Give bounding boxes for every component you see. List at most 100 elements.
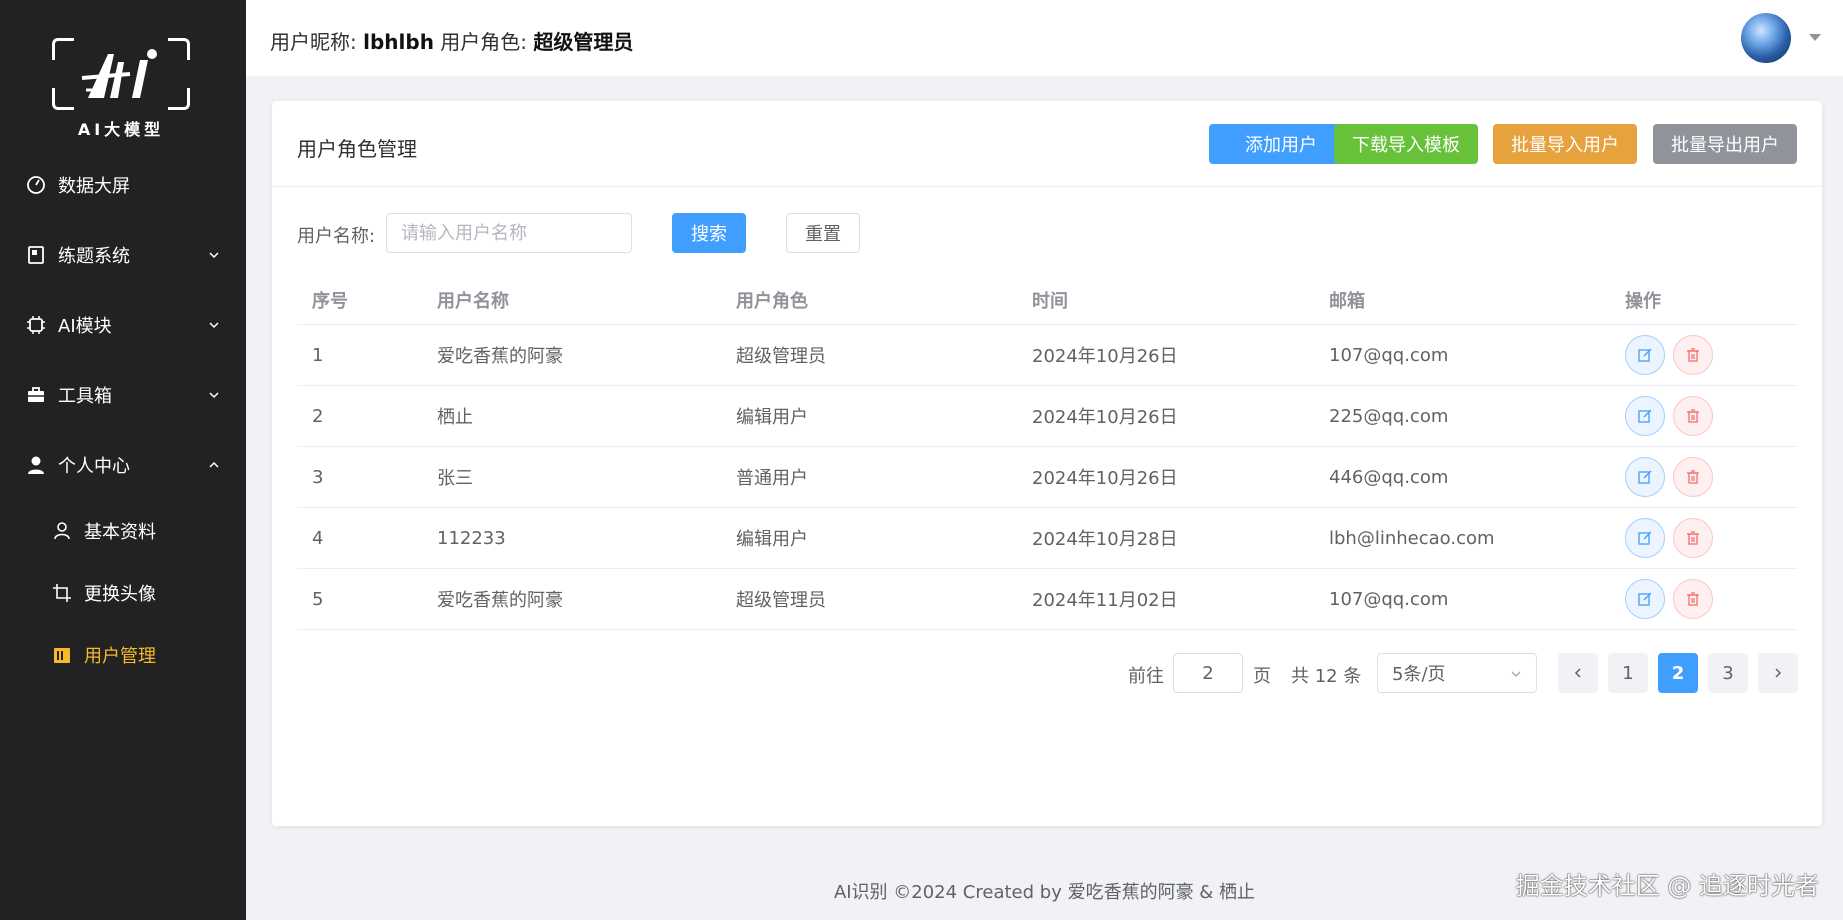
cell-role: 编辑用户 [736,529,808,550]
next-page-button[interactable] [1758,653,1798,693]
avatar[interactable] [1741,13,1791,63]
nickname-label: 用户昵称: [270,30,357,54]
edit-button[interactable] [1625,396,1665,436]
cell-actions [1625,386,1721,446]
cell-index: 4 [312,527,324,549]
trash-icon [1687,470,1699,484]
page-button-2[interactable]: 2 [1658,653,1698,693]
cell-actions [1625,447,1721,507]
delete-button[interactable] [1673,579,1713,619]
column-header: 时间 [1032,290,1068,312]
column-header: 操作 [1625,290,1661,312]
toolbox-icon [26,385,46,405]
chevron-down-icon [209,252,219,259]
cell-index: 2 [312,405,324,427]
user-icon [26,455,46,475]
chevron-up-icon [209,461,219,468]
cell-actions [1625,508,1721,568]
cell-username: 112233 [437,527,506,549]
chevron-right-icon [1775,668,1782,678]
sidebar: AI大模型 数据大屏 练题系统 AI模块 工具箱 个人中心 基本资料 更换头像 … [0,0,246,920]
cell-role: 普通用户 [736,468,808,489]
column-header: 用户名称 [437,290,509,312]
table-row: 1 爱吃香蕉的阿豪 超级管理员 2024年10月26日 107@qq.com [297,325,1797,386]
edit-icon [1638,470,1652,484]
sidebar-menu: 数据大屏 练题系统 AI模块 工具箱 个人中心 基本资料 更换头像 用户管理 [0,150,246,686]
cell-actions [1625,569,1721,629]
page-size-select[interactable]: 5条/页 [1377,653,1537,693]
logo[interactable]: AI大模型 [52,38,190,139]
pagination: 前往 页 共 12 条 5条/页 1 2 3 [272,653,1822,693]
delete-button[interactable] [1673,457,1713,497]
column-header: 序号 [312,290,348,312]
sidebar-item-label: 更换头像 [84,584,156,605]
cell-username: 张三 [437,468,473,489]
cell-email: 107@qq.com [1329,344,1449,366]
trash-icon [1687,592,1699,606]
edit-button[interactable] [1625,518,1665,558]
dashboard-icon [26,175,46,195]
cell-role: 超级管理员 [736,346,826,367]
edit-button[interactable] [1625,579,1665,619]
sidebar-item-label: AI模块 [58,316,112,337]
edit-button[interactable] [1625,457,1665,497]
goto-page-input[interactable] [1173,653,1243,693]
cell-time: 2024年10月28日 [1032,529,1178,550]
sidebar-item-ai[interactable]: AI模块 [0,290,246,360]
trash-icon [1687,409,1699,423]
page-button-1[interactable]: 1 [1608,653,1648,693]
submenu-personal: 基本资料 更换头像 用户管理 [0,500,246,686]
cell-email: 107@qq.com [1329,588,1449,610]
logo-frame [52,38,190,110]
cell-username: 爱吃香蕉的阿豪 [437,346,563,367]
edit-icon [1638,348,1652,362]
add-user-button[interactable]: 添加用户 [1209,124,1353,164]
sidebar-item-toolbox[interactable]: 工具箱 [0,360,246,430]
edit-icon [1638,592,1652,606]
cell-index: 3 [312,466,324,488]
search-bar: 用户名称: 搜索 重置 [297,213,1797,253]
table-header: 序号 用户名称 用户角色 时间 邮箱 操作 [297,275,1797,325]
search-input[interactable] [386,213,632,253]
batch-export-button[interactable]: 批量导出用户 [1653,124,1797,164]
logo-text: AI大模型 [77,120,165,139]
sidebar-item-practice[interactable]: 练题系统 [0,220,246,290]
delete-button[interactable] [1673,518,1713,558]
trash-icon [1687,531,1699,545]
page-button-3[interactable]: 3 [1708,653,1748,693]
sidebar-item-avatar[interactable]: 更换头像 [0,562,246,624]
column-header: 邮箱 [1329,290,1365,312]
sidebar-item-label: 基本资料 [84,522,156,543]
goto-label: 前往 [1128,666,1164,687]
batch-import-button[interactable]: 批量导入用户 [1493,124,1637,164]
reset-button[interactable]: 重置 [786,213,860,253]
nickname-value: lbhlbh [363,30,434,54]
total-count: 共 12 条 [1291,666,1362,687]
sidebar-item-label: 练题系统 [58,246,130,267]
chevron-left-icon [1574,668,1581,678]
cell-actions [1625,325,1721,385]
prev-page-button[interactable] [1558,653,1598,693]
trash-icon [1687,348,1699,362]
sidebar-item-profile[interactable]: 基本资料 [0,500,246,562]
delete-button[interactable] [1673,396,1713,436]
table-row: 3 张三 普通用户 2024年10月26日 446@qq.com [297,447,1797,508]
table-row: 4 112233 编辑用户 2024年10月28日 lbh@linhecao.c… [297,508,1797,569]
chevron-down-icon [1511,671,1521,678]
caret-down-icon[interactable] [1809,34,1821,41]
search-button[interactable]: 搜索 [672,213,746,253]
download-template-button[interactable]: 下载导入模板 [1334,124,1478,164]
cell-index: 1 [312,344,324,366]
sidebar-item-user-management[interactable]: 用户管理 [0,624,246,686]
user-table: 序号 用户名称 用户角色 时间 邮箱 操作 1 爱吃香蕉的阿豪 超级管理员 20… [297,275,1797,630]
delete-button[interactable] [1673,335,1713,375]
chevron-down-icon [209,392,219,399]
logo-mark-icon [81,49,157,98]
edit-icon [1638,531,1652,545]
edit-button[interactable] [1625,335,1665,375]
sidebar-item-personal[interactable]: 个人中心 [0,430,246,500]
sidebar-item-dashboard[interactable]: 数据大屏 [0,150,246,220]
cell-role: 编辑用户 [736,407,808,428]
cell-username: 栖止 [437,407,473,428]
table-row: 2 栖止 编辑用户 2024年10月26日 225@qq.com [297,386,1797,447]
